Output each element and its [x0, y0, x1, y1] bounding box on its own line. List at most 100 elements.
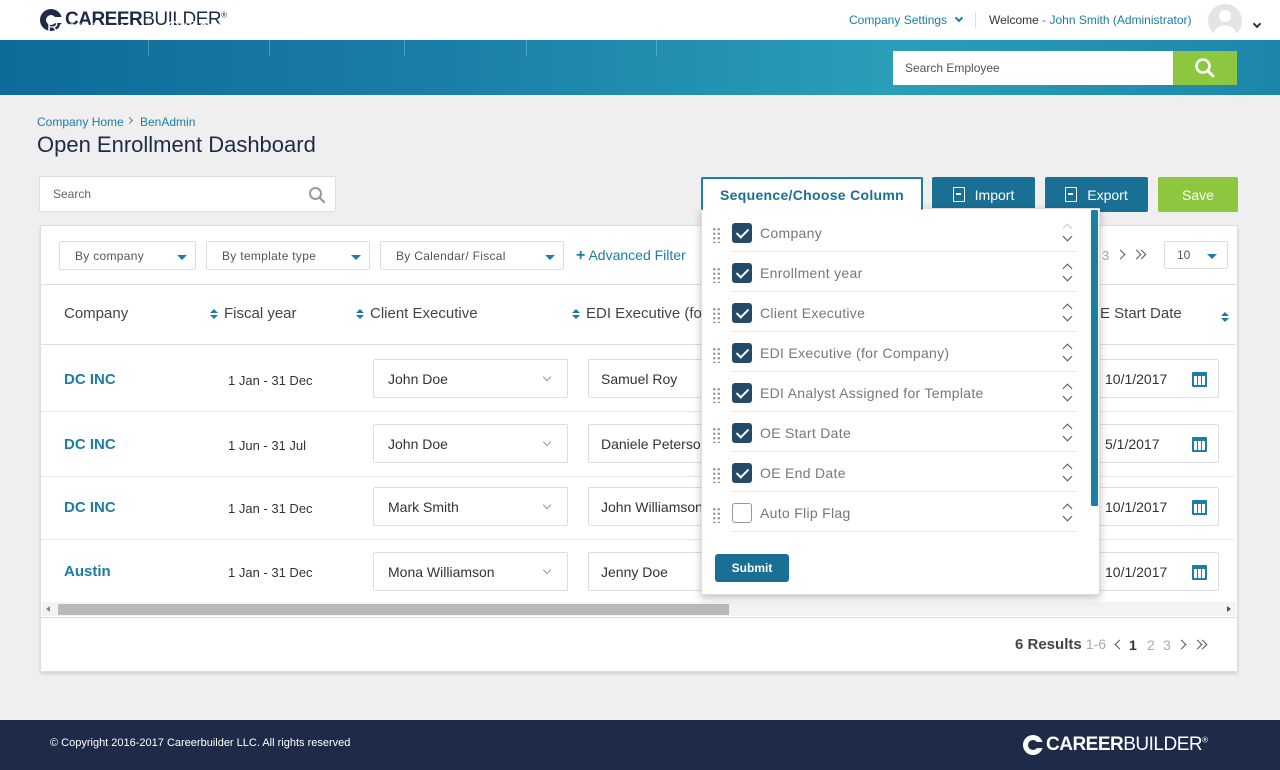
edi-executive-select[interactable]: Daniele Peterson — [588, 424, 708, 463]
checkbox[interactable] — [732, 223, 752, 243]
oe-start-date-input[interactable]: 10/1/2017 — [1097, 552, 1219, 591]
reorder-arrows[interactable] — [1062, 461, 1076, 487]
sequence-choose-column-button[interactable]: Sequence/Choose Column — [701, 177, 923, 210]
chevron-down-icon — [1252, 19, 1262, 29]
calendar-icon[interactable] — [1192, 437, 1207, 452]
column-option-enrollment-year[interactable]: Enrollment year — [702, 261, 1082, 301]
column-header-oe-start-date[interactable]: E Start Date — [1100, 305, 1182, 322]
checkbox[interactable] — [732, 303, 752, 323]
edi-executive-select[interactable]: Samuel Roy — [588, 359, 708, 398]
company-settings-menu[interactable]: Company Settings — [849, 13, 964, 27]
drag-handle-icon[interactable] — [712, 347, 721, 363]
reorder-arrows[interactable] — [1062, 341, 1076, 367]
checkbox[interactable] — [732, 383, 752, 403]
drag-handle-icon[interactable] — [712, 427, 721, 443]
page-3[interactable]: 3 — [1163, 637, 1171, 653]
column-option-oe-start-date[interactable]: OE Start Date — [702, 421, 1082, 461]
last-page-icon[interactable] — [1192, 639, 1208, 650]
calendar-icon[interactable] — [1192, 372, 1207, 387]
chevron-down-icon — [542, 372, 552, 382]
nav-separator — [526, 16, 527, 56]
chevron-down-icon — [542, 500, 552, 510]
drag-handle-icon[interactable] — [712, 227, 721, 243]
search-icon[interactable] — [308, 186, 326, 204]
column-option-edi-analyst[interactable]: EDI Analyst Assigned for Template — [702, 381, 1082, 421]
nav-item-core-hr[interactable]: Core HR — [547, 0, 634, 55]
column-header-fiscal-year[interactable]: Fiscal year — [210, 305, 297, 322]
drag-handle-icon[interactable] — [712, 387, 721, 403]
reorder-arrows[interactable] — [1062, 301, 1076, 327]
edi-executive-select[interactable]: Jenny Doe — [588, 552, 708, 591]
column-option-company[interactable]: Company — [702, 221, 1082, 261]
calendar-icon[interactable] — [1192, 500, 1207, 515]
edi-executive-select[interactable]: John Williamson — [588, 487, 708, 526]
drag-handle-icon[interactable] — [712, 267, 721, 283]
oe-start-date-input[interactable]: 10/1/2017 — [1097, 487, 1219, 526]
sort-icon[interactable] — [1221, 308, 1235, 326]
reorder-arrows[interactable] — [1062, 261, 1076, 287]
filter-by-company[interactable]: By company — [59, 241, 196, 270]
reorder-arrows[interactable] — [1062, 221, 1076, 247]
company-link[interactable]: DC INC — [64, 499, 116, 516]
checkbox[interactable] — [732, 463, 752, 483]
nav-item-benadmin[interactable]: BenAdmin — [298, 0, 384, 55]
submit-button[interactable]: Submit — [715, 554, 789, 582]
column-option-client-executive[interactable]: Client Executive — [702, 301, 1082, 341]
drag-handle-icon[interactable] — [712, 507, 721, 523]
filter-by-template-type[interactable]: By template type — [206, 241, 370, 270]
drag-handle-icon[interactable] — [712, 307, 721, 323]
nav-item-recruit[interactable]: Recruit — [47, 0, 131, 55]
page-1[interactable]: 1 — [1129, 637, 1137, 653]
breadcrumb-home[interactable]: Company Home — [37, 115, 124, 129]
nav-item-onboard[interactable]: OnBoard — [167, 0, 254, 55]
page-2[interactable]: 2 — [1147, 637, 1155, 653]
save-button[interactable]: Save — [1158, 177, 1238, 212]
avatar[interactable] — [1208, 4, 1242, 38]
company-link[interactable]: DC INC — [64, 436, 116, 453]
divider — [732, 331, 1077, 332]
checkbox[interactable] — [732, 423, 752, 443]
nav-item-performance[interactable]: Performance — [675, 0, 796, 55]
checkbox[interactable] — [732, 263, 752, 283]
search-employee-input[interactable] — [893, 51, 1173, 85]
column-option-oe-end-date[interactable]: OE End Date — [702, 461, 1082, 501]
nav-item-aca[interactable]: ACA — [434, 0, 500, 55]
column-header-edi-executive[interactable]: EDI Executive (for — [572, 305, 707, 322]
reorder-arrows[interactable] — [1062, 381, 1076, 407]
import-button[interactable]: Import — [932, 177, 1035, 212]
company-link[interactable]: Austin — [64, 563, 111, 580]
oe-start-date-input[interactable]: 5/1/2017 — [1097, 424, 1219, 463]
client-executive-select[interactable]: John Doe — [373, 424, 568, 463]
export-button[interactable]: Export — [1045, 177, 1148, 212]
divider — [732, 531, 1077, 532]
search-employee-button[interactable] — [1173, 51, 1237, 85]
company-link[interactable]: DC INC — [64, 371, 116, 388]
drag-handle-icon[interactable] — [712, 467, 721, 483]
client-executive-select[interactable]: John Doe — [373, 359, 568, 398]
search-input[interactable] — [40, 177, 290, 211]
reorder-arrows[interactable] — [1062, 421, 1076, 447]
checkbox[interactable] — [732, 503, 752, 523]
horizontal-scrollbar-thumb[interactable] — [58, 604, 729, 615]
reorder-arrows[interactable] — [1062, 501, 1076, 527]
welcome-text: Welcome - John Smith (Administrator) — [989, 13, 1192, 27]
pager-top-page[interactable]: 3 — [1102, 248, 1109, 263]
filter-by-calendar-fiscal[interactable]: By Calendar/ Fiscal — [380, 241, 564, 270]
breadcrumb-benadmin[interactable]: BenAdmin — [140, 115, 195, 129]
advanced-filter-link[interactable]: + Advanced Filter — [576, 247, 686, 265]
scroll-right-icon[interactable] — [1227, 606, 1231, 612]
scroll-left-icon[interactable] — [46, 606, 50, 612]
per-page-select[interactable]: 10 — [1164, 241, 1228, 269]
oe-start-date-input[interactable]: 10/1/2017 — [1097, 359, 1219, 398]
column-header-client-executive[interactable]: Client Executive — [356, 305, 478, 322]
column-chooser-scrollbar[interactable] — [1091, 210, 1098, 506]
checkbox[interactable] — [732, 343, 752, 363]
chevron-down-icon — [542, 437, 552, 447]
column-header-company[interactable]: Company — [64, 305, 128, 322]
client-executive-select[interactable]: Mona Williamson — [373, 552, 568, 591]
column-option-edi-executive[interactable]: EDI Executive (for Company) — [702, 341, 1082, 381]
user-menu-toggle[interactable] — [1252, 14, 1262, 32]
client-executive-select[interactable]: Mark Smith — [373, 487, 568, 526]
calendar-icon[interactable] — [1192, 565, 1207, 580]
column-option-auto-flip-flag[interactable]: Auto Flip Flag — [702, 501, 1082, 541]
